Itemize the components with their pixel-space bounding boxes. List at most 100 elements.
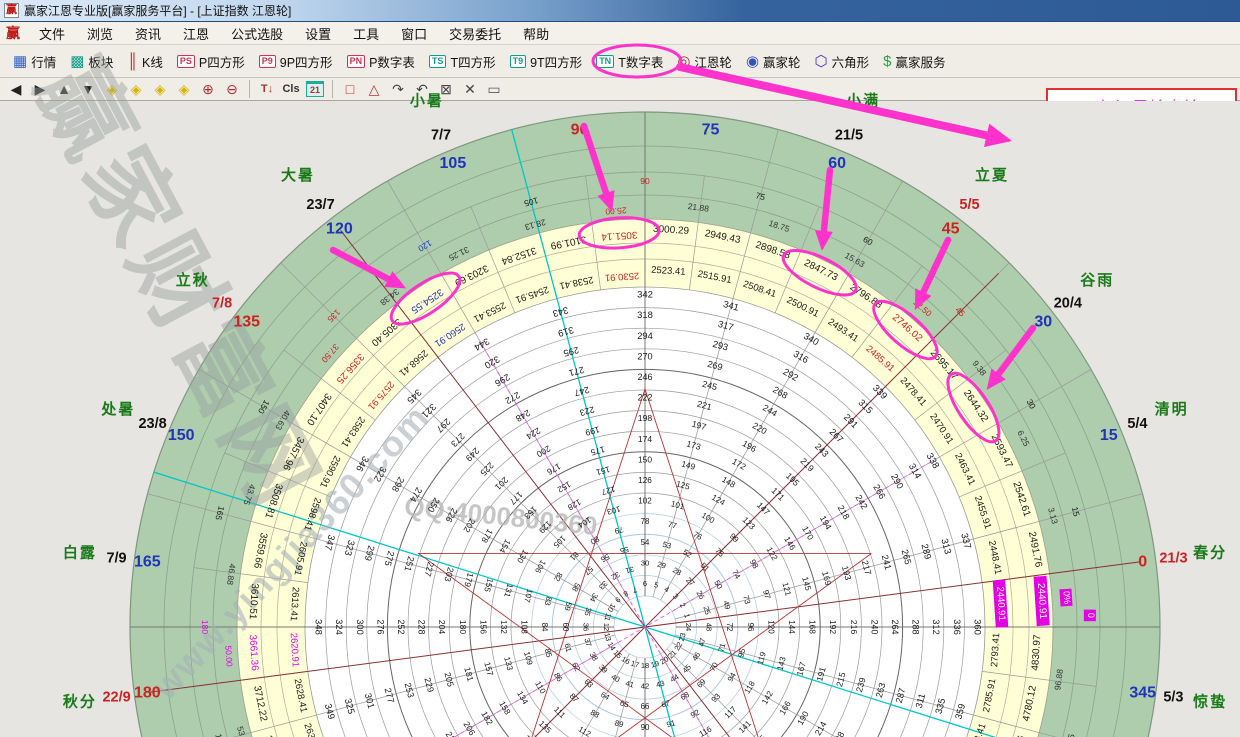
- svg-text:275: 275: [383, 550, 397, 567]
- svg-text:125: 125: [675, 479, 691, 491]
- svg-text:135: 135: [325, 307, 342, 324]
- rotate-cw-button[interactable]: ↷: [386, 79, 410, 99]
- svg-text:325: 325: [342, 697, 357, 715]
- cls-button[interactable]: Cls: [279, 79, 303, 99]
- svg-text:201: 201: [493, 475, 510, 492]
- nav-down-button[interactable]: ▼: [76, 79, 100, 99]
- svg-text:240: 240: [869, 620, 879, 635]
- svg-text:18: 18: [641, 661, 649, 670]
- toolbar-button-p-number-table[interactable]: PNP数字表: [340, 49, 422, 74]
- toolbar-button-sectors[interactable]: ▩板块: [63, 49, 120, 74]
- svg-text:317: 317: [717, 319, 735, 334]
- nav-left-button[interactable]: ◀: [4, 79, 28, 99]
- toolbar-button-t-square[interactable]: TST四方形: [422, 49, 503, 74]
- menu-item-5[interactable]: 设置: [294, 22, 342, 45]
- toolbar-button-winner-wheel[interactable]: ◉赢家轮: [739, 49, 808, 74]
- calendar-button[interactable]: 21: [303, 79, 327, 99]
- instrument-values: 价格=2440.9099时间=20190104变换系数=1.00000周天变化步…: [2, 128, 106, 216]
- cross-button[interactable]: ✕: [458, 79, 482, 99]
- svg-text:217: 217: [860, 559, 873, 576]
- svg-text:白露: 白露: [63, 544, 97, 562]
- svg-text:105: 105: [440, 155, 467, 172]
- svg-text:104: 104: [576, 515, 593, 530]
- toolbar-button-p-square[interactable]: PSP四方形: [170, 49, 252, 74]
- svg-text:79: 79: [613, 525, 624, 536]
- delete-box-button[interactable]: ⊠: [434, 79, 458, 99]
- svg-text:7: 7: [632, 585, 638, 595]
- shift-up-button[interactable]: ◈: [148, 79, 172, 99]
- t-number-table-label: T数字表: [618, 52, 663, 71]
- rect-tool-button[interactable]: □: [338, 79, 362, 99]
- nav-right-button[interactable]: ▶: [28, 79, 52, 99]
- shift-down-button[interactable]: ◈: [172, 79, 196, 99]
- svg-text:3356.25: 3356.25: [334, 351, 366, 386]
- svg-text:225: 225: [478, 460, 496, 478]
- menu-item-6[interactable]: 工具: [342, 22, 390, 45]
- 9t-square-icon: T9: [510, 55, 527, 68]
- toolbar-button-gann-wheel[interactable]: ◎江恩轮: [670, 49, 739, 74]
- menu-item-7[interactable]: 窗口: [390, 22, 438, 45]
- svg-text:178: 178: [479, 527, 495, 545]
- menu-item-1[interactable]: 浏览: [76, 22, 124, 45]
- toolbar-button-kline[interactable]: ║K线: [120, 49, 169, 74]
- svg-text:265: 265: [900, 548, 914, 565]
- svg-text:62: 62: [570, 661, 582, 673]
- menu-item-4[interactable]: 公式选股: [220, 22, 294, 45]
- shift-right-button[interactable]: ◈: [124, 79, 148, 99]
- svg-text:2491.76: 2491.76: [1026, 531, 1044, 569]
- svg-text:6: 6: [643, 579, 647, 588]
- toolbar-button-9t-square[interactable]: T99T四方形: [503, 49, 590, 74]
- svg-text:205: 205: [442, 671, 455, 688]
- toolbar-button-9p-square[interactable]: P99P四方形: [252, 49, 340, 74]
- svg-text:28: 28: [671, 565, 683, 577]
- svg-text:135: 135: [537, 719, 553, 735]
- t-down-button[interactable]: T↓: [255, 79, 279, 99]
- svg-text:91: 91: [666, 718, 677, 729]
- toolbar-button-hexagon[interactable]: ⬡六角形: [808, 49, 877, 74]
- svg-text:3407.10: 3407.10: [304, 391, 333, 428]
- rotate-ccw-button[interactable]: ↶: [410, 79, 434, 99]
- svg-text:90: 90: [571, 121, 589, 138]
- svg-text:47: 47: [697, 637, 708, 648]
- svg-text:4: 4: [663, 584, 671, 594]
- svg-text:181: 181: [462, 666, 475, 683]
- svg-text:323: 323: [342, 539, 357, 557]
- nav-up-button[interactable]: ▲: [52, 79, 76, 99]
- zoom-in-button[interactable]: ⊕: [196, 79, 220, 99]
- toolbar-button-winner-service[interactable]: $赢家服务: [876, 49, 952, 74]
- svg-text:33: 33: [597, 579, 609, 591]
- svg-text:73: 73: [741, 594, 752, 605]
- shift-left-button[interactable]: ◈: [100, 79, 124, 99]
- svg-text:49: 49: [721, 600, 732, 611]
- svg-text:65: 65: [619, 699, 630, 710]
- svg-text:344: 344: [472, 335, 491, 352]
- svg-text:54: 54: [641, 538, 650, 547]
- svg-text:2530.91: 2530.91: [605, 270, 640, 283]
- svg-text:345: 345: [404, 386, 423, 405]
- svg-text:8: 8: [622, 589, 630, 599]
- screen-button[interactable]: ▭: [482, 79, 506, 99]
- calc-support-button[interactable]: 计算支撑: [54, 216, 106, 240]
- zoom-out-button[interactable]: ⊖: [220, 79, 244, 99]
- svg-text:3305.40: 3305.40: [369, 316, 404, 348]
- svg-text:17: 17: [630, 659, 640, 670]
- menu-item-2[interactable]: 资讯: [124, 22, 172, 45]
- toolbar-button-t-number-table[interactable]: TNT数字表: [589, 49, 670, 74]
- svg-text:64: 64: [599, 690, 612, 702]
- menu-item-8[interactable]: 交易委托: [438, 22, 512, 45]
- svg-text:39: 39: [597, 663, 609, 675]
- svg-text:335: 335: [934, 697, 949, 715]
- calc-resistance-button[interactable]: 计算阻力: [2, 216, 54, 240]
- triangle-tool-button[interactable]: △: [362, 79, 386, 99]
- hexagon-icon: ⬡: [815, 54, 828, 69]
- toolbar-button-quotes[interactable]: ▦行情: [6, 49, 63, 74]
- menu-item-0[interactable]: 文件: [28, 22, 76, 45]
- menu-item-9[interactable]: 帮助: [512, 22, 560, 45]
- menu-item-3[interactable]: 江恩: [172, 22, 220, 45]
- panel-value-row-2: 变换系数=1.00000: [2, 172, 106, 194]
- svg-text:3152.84: 3152.84: [500, 244, 538, 266]
- svg-text:4780.12: 4780.12: [1021, 684, 1039, 722]
- degree-ring: 0153045607590105120135150165180195210225…: [200, 176, 1096, 737]
- svg-text:318: 318: [637, 310, 653, 321]
- svg-text:11: 11: [602, 612, 613, 622]
